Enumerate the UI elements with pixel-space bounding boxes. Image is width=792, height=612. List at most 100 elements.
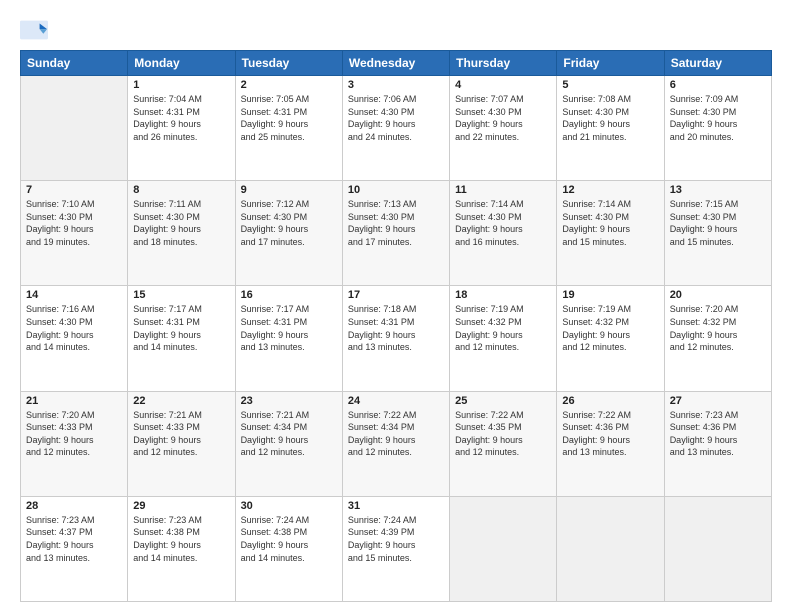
day-info: Sunrise: 7:08 AM Sunset: 4:30 PM Dayligh… xyxy=(562,93,658,143)
cell-week3-day5: 18 Sunrise: 7:19 AM Sunset: 4:32 PM Dayli… xyxy=(450,286,557,391)
cell-week4-day2: 22 Sunrise: 7:21 AM Sunset: 4:33 PM Dayli… xyxy=(128,391,235,496)
day-info: Sunrise: 7:21 AM Sunset: 4:34 PM Dayligh… xyxy=(241,409,337,459)
day-number: 23 xyxy=(241,395,337,407)
calendar-body: 1Sunrise: 7:04 AM Sunset: 4:31 PM Daylig… xyxy=(21,76,772,602)
day-number: 10 xyxy=(348,184,444,196)
day-info: Sunrise: 7:23 AM Sunset: 4:38 PM Dayligh… xyxy=(133,514,229,564)
header-thursday: Thursday xyxy=(450,51,557,76)
day-info: Sunrise: 7:10 AM Sunset: 4:30 PM Dayligh… xyxy=(26,198,122,248)
day-number: 19 xyxy=(562,289,658,301)
cell-week5-day3: 30 Sunrise: 7:24 AM Sunset: 4:38 PM Dayli… xyxy=(235,496,342,601)
day-info: Sunrise: 7:19 AM Sunset: 4:32 PM Dayligh… xyxy=(562,303,658,353)
day-info: Sunrise: 7:12 AM Sunset: 4:30 PM Dayligh… xyxy=(241,198,337,248)
day-number: 15 xyxy=(133,289,229,301)
day-number: 9 xyxy=(241,184,337,196)
day-info: Sunrise: 7:14 AM Sunset: 4:30 PM Dayligh… xyxy=(562,198,658,248)
header-friday: Friday xyxy=(557,51,664,76)
day-number: 6 xyxy=(670,79,766,91)
cell-week2-day2: 8 Sunrise: 7:11 AM Sunset: 4:30 PM Daylig… xyxy=(128,181,235,286)
cell-week2-day6: 12 Sunrise: 7:14 AM Sunset: 4:30 PM Dayli… xyxy=(557,181,664,286)
day-info: Sunrise: 7:05 AM Sunset: 4:31 PM Dayligh… xyxy=(241,93,337,143)
cell-week4-day7: 27 Sunrise: 7:23 AM Sunset: 4:36 PM Dayli… xyxy=(664,391,771,496)
day-number: 18 xyxy=(455,289,551,301)
cell-week5-day7 xyxy=(664,496,771,601)
week-row-3: 14Sunrise: 7:16 AM Sunset: 4:30 PM Dayli… xyxy=(21,286,772,391)
day-info: Sunrise: 7:24 AM Sunset: 4:39 PM Dayligh… xyxy=(348,514,444,564)
day-info: Sunrise: 7:04 AM Sunset: 4:31 PM Dayligh… xyxy=(133,93,229,143)
header-tuesday: Tuesday xyxy=(235,51,342,76)
day-number: 30 xyxy=(241,500,337,512)
header-sunday: Sunday xyxy=(21,51,128,76)
cell-week5-day2: 29 Sunrise: 7:23 AM Sunset: 4:38 PM Dayli… xyxy=(128,496,235,601)
day-number: 11 xyxy=(455,184,551,196)
cell-week3-day2: 15 Sunrise: 7:17 AM Sunset: 4:31 PM Dayli… xyxy=(128,286,235,391)
calendar: SundayMondayTuesdayWednesdayThursdayFrid… xyxy=(20,50,772,602)
cell-week3-day1: 14Sunrise: 7:16 AM Sunset: 4:30 PM Dayli… xyxy=(21,286,128,391)
cell-week4-day1: 21Sunrise: 7:20 AM Sunset: 4:33 PM Dayli… xyxy=(21,391,128,496)
day-info: Sunrise: 7:24 AM Sunset: 4:38 PM Dayligh… xyxy=(241,514,337,564)
day-info: Sunrise: 7:09 AM Sunset: 4:30 PM Dayligh… xyxy=(670,93,766,143)
cell-week1-day5: 4 Sunrise: 7:07 AM Sunset: 4:30 PM Daylig… xyxy=(450,76,557,181)
day-number: 17 xyxy=(348,289,444,301)
cell-week1-day1 xyxy=(21,76,128,181)
day-info: Sunrise: 7:23 AM Sunset: 4:37 PM Dayligh… xyxy=(26,514,122,564)
cell-week5-day6 xyxy=(557,496,664,601)
day-info: Sunrise: 7:07 AM Sunset: 4:30 PM Dayligh… xyxy=(455,93,551,143)
day-info: Sunrise: 7:19 AM Sunset: 4:32 PM Dayligh… xyxy=(455,303,551,353)
header-saturday: Saturday xyxy=(664,51,771,76)
day-number: 31 xyxy=(348,500,444,512)
day-info: Sunrise: 7:20 AM Sunset: 4:32 PM Dayligh… xyxy=(670,303,766,353)
cell-week1-day3: 2Sunrise: 7:05 AM Sunset: 4:31 PM Daylig… xyxy=(235,76,342,181)
header-monday: Monday xyxy=(128,51,235,76)
day-info: Sunrise: 7:16 AM Sunset: 4:30 PM Dayligh… xyxy=(26,303,122,353)
page: SundayMondayTuesdayWednesdayThursdayFrid… xyxy=(0,0,792,612)
cell-week3-day7: 20 Sunrise: 7:20 AM Sunset: 4:32 PM Dayli… xyxy=(664,286,771,391)
cell-week1-day2: 1Sunrise: 7:04 AM Sunset: 4:31 PM Daylig… xyxy=(128,76,235,181)
day-info: Sunrise: 7:06 AM Sunset: 4:30 PM Dayligh… xyxy=(348,93,444,143)
day-number: 25 xyxy=(455,395,551,407)
day-info: Sunrise: 7:22 AM Sunset: 4:36 PM Dayligh… xyxy=(562,409,658,459)
day-number: 7 xyxy=(26,184,122,196)
day-number: 16 xyxy=(241,289,337,301)
day-number: 4 xyxy=(455,79,551,91)
day-number: 29 xyxy=(133,500,229,512)
cell-week5-day4: 31 Sunrise: 7:24 AM Sunset: 4:39 PM Dayli… xyxy=(342,496,449,601)
day-number: 28 xyxy=(26,500,122,512)
day-info: Sunrise: 7:23 AM Sunset: 4:36 PM Dayligh… xyxy=(670,409,766,459)
week-row-4: 21Sunrise: 7:20 AM Sunset: 4:33 PM Dayli… xyxy=(21,391,772,496)
day-number: 5 xyxy=(562,79,658,91)
logo xyxy=(20,16,50,44)
cell-week2-day7: 13 Sunrise: 7:15 AM Sunset: 4:30 PM Dayli… xyxy=(664,181,771,286)
day-number: 8 xyxy=(133,184,229,196)
cell-week2-day4: 10 Sunrise: 7:13 AM Sunset: 4:30 PM Dayli… xyxy=(342,181,449,286)
cell-week4-day4: 24Sunrise: 7:22 AM Sunset: 4:34 PM Dayli… xyxy=(342,391,449,496)
header xyxy=(20,16,772,44)
week-row-1: 1Sunrise: 7:04 AM Sunset: 4:31 PM Daylig… xyxy=(21,76,772,181)
cell-week4-day6: 26Sunrise: 7:22 AM Sunset: 4:36 PM Dayli… xyxy=(557,391,664,496)
day-number: 27 xyxy=(670,395,766,407)
cell-week2-day3: 9 Sunrise: 7:12 AM Sunset: 4:30 PM Daylig… xyxy=(235,181,342,286)
cell-week2-day5: 11Sunrise: 7:14 AM Sunset: 4:30 PM Dayli… xyxy=(450,181,557,286)
cell-week3-day4: 17 Sunrise: 7:18 AM Sunset: 4:31 PM Dayli… xyxy=(342,286,449,391)
day-number: 21 xyxy=(26,395,122,407)
day-info: Sunrise: 7:22 AM Sunset: 4:34 PM Dayligh… xyxy=(348,409,444,459)
week-row-2: 7 Sunrise: 7:10 AM Sunset: 4:30 PM Daylig… xyxy=(21,181,772,286)
cell-week4-day3: 23 Sunrise: 7:21 AM Sunset: 4:34 PM Dayli… xyxy=(235,391,342,496)
day-info: Sunrise: 7:17 AM Sunset: 4:31 PM Dayligh… xyxy=(133,303,229,353)
day-number: 13 xyxy=(670,184,766,196)
cell-week3-day3: 16Sunrise: 7:17 AM Sunset: 4:31 PM Dayli… xyxy=(235,286,342,391)
day-info: Sunrise: 7:13 AM Sunset: 4:30 PM Dayligh… xyxy=(348,198,444,248)
cell-week1-day4: 3Sunrise: 7:06 AM Sunset: 4:30 PM Daylig… xyxy=(342,76,449,181)
cell-week5-day5 xyxy=(450,496,557,601)
day-info: Sunrise: 7:11 AM Sunset: 4:30 PM Dayligh… xyxy=(133,198,229,248)
calendar-header: SundayMondayTuesdayWednesdayThursdayFrid… xyxy=(21,51,772,76)
day-info: Sunrise: 7:15 AM Sunset: 4:30 PM Dayligh… xyxy=(670,198,766,248)
day-number: 20 xyxy=(670,289,766,301)
day-number: 22 xyxy=(133,395,229,407)
week-row-5: 28 Sunrise: 7:23 AM Sunset: 4:37 PM Dayli… xyxy=(21,496,772,601)
day-info: Sunrise: 7:21 AM Sunset: 4:33 PM Dayligh… xyxy=(133,409,229,459)
day-number: 12 xyxy=(562,184,658,196)
header-row: SundayMondayTuesdayWednesdayThursdayFrid… xyxy=(21,51,772,76)
day-info: Sunrise: 7:18 AM Sunset: 4:31 PM Dayligh… xyxy=(348,303,444,353)
cell-week3-day6: 19 Sunrise: 7:19 AM Sunset: 4:32 PM Dayli… xyxy=(557,286,664,391)
